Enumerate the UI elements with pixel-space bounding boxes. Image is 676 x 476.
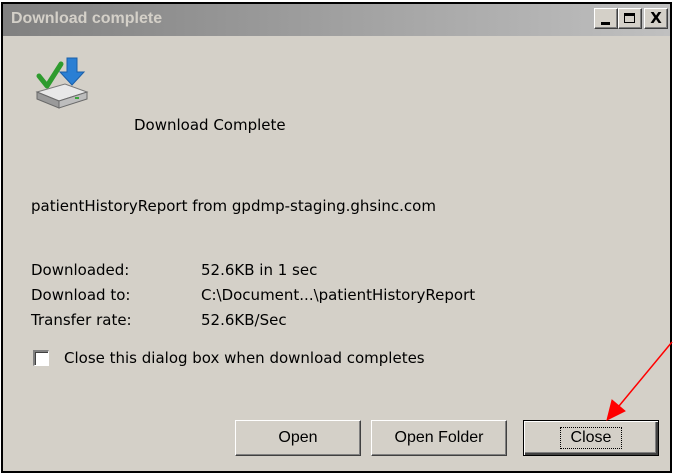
detail-value: 52.6KB in 1 sec bbox=[201, 261, 318, 279]
close-when-complete-option[interactable]: Close this dialog box when download comp… bbox=[33, 349, 425, 367]
detail-row-download-to: Download to: C:\Document...\patientHisto… bbox=[31, 283, 475, 308]
file-source-text: patientHistoryReport from gpdmp-staging.… bbox=[31, 197, 436, 215]
detail-label: Download to: bbox=[31, 286, 131, 304]
download-details: Downloaded: 52.6KB in 1 sec Download to:… bbox=[31, 258, 475, 333]
window-controls: X bbox=[594, 8, 668, 29]
open-folder-button[interactable]: Open Folder bbox=[371, 420, 507, 456]
close-button[interactable]: Close bbox=[523, 420, 659, 456]
window-title: Download complete bbox=[11, 10, 163, 27]
detail-label: Downloaded: bbox=[31, 261, 130, 279]
detail-row-transfer-rate: Transfer rate: 52.6KB/Sec bbox=[31, 308, 475, 333]
open-folder-button-label: Open Folder bbox=[394, 429, 484, 446]
close-icon: X bbox=[650, 9, 662, 27]
detail-label: Transfer rate: bbox=[31, 311, 132, 329]
close-button-label: Close bbox=[559, 427, 623, 449]
detail-row-downloaded: Downloaded: 52.6KB in 1 sec bbox=[31, 258, 475, 283]
window-close-button[interactable]: X bbox=[644, 8, 668, 29]
minimize-button[interactable] bbox=[594, 8, 618, 29]
maximize-button[interactable] bbox=[618, 8, 642, 29]
title-bar[interactable]: Download complete X bbox=[3, 4, 670, 36]
close-when-complete-checkbox[interactable] bbox=[33, 350, 49, 366]
download-status-heading: Download Complete bbox=[134, 116, 286, 134]
download-complete-dialog: Download complete X Download Complete pa… bbox=[1, 2, 672, 473]
close-when-complete-label[interactable]: Close this dialog box when download comp… bbox=[64, 349, 425, 367]
minimize-icon bbox=[601, 22, 610, 25]
download-complete-icon bbox=[35, 57, 89, 109]
open-button-label: Open bbox=[278, 429, 318, 446]
open-button[interactable]: Open bbox=[235, 420, 361, 456]
maximize-icon bbox=[624, 13, 635, 23]
detail-value: C:\Document...\patientHistoryReport bbox=[201, 286, 476, 304]
detail-value: 52.6KB/Sec bbox=[201, 311, 287, 329]
